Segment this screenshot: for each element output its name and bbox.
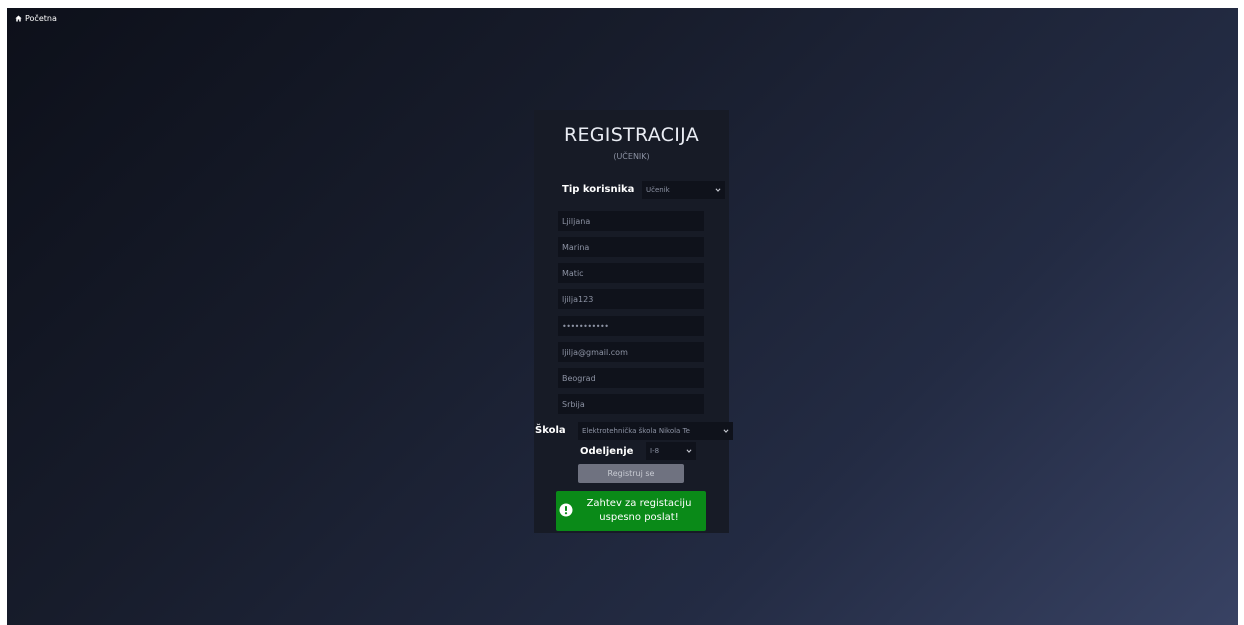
user-type-label: Tip korisnika	[562, 184, 635, 195]
password-field[interactable]: •••••••••••	[558, 316, 704, 336]
exclamation-circle-icon	[559, 503, 573, 517]
chevron-down-icon	[715, 188, 721, 192]
country-value: Srbija	[562, 399, 585, 409]
email-field[interactable]: ljilja@gmail.com	[558, 342, 704, 362]
alert-message: Zahtev za registaciju uspesno poslat!	[586, 498, 692, 523]
middle-name-value: Marina	[562, 242, 590, 252]
home-icon	[15, 15, 22, 22]
chevron-down-icon	[686, 449, 692, 453]
username-value: ljilja123	[562, 294, 594, 304]
first-name-field[interactable]: Ljiljana	[558, 211, 704, 231]
school-select[interactable]: Elektrotehnička škola Nikola Te	[578, 422, 733, 440]
last-name-value: Matic	[562, 268, 584, 278]
class-value: I-8	[650, 447, 660, 455]
password-value: •••••••••••	[562, 321, 609, 331]
success-alert: Zahtev za registaciju uspesno poslat!	[556, 491, 706, 531]
home-link[interactable]: Početna	[15, 14, 57, 23]
form-subtitle: (UČENIK)	[613, 152, 650, 161]
email-value: ljilja@gmail.com	[562, 347, 628, 357]
school-label: Škola	[535, 425, 566, 436]
country-field[interactable]: Srbija	[558, 394, 704, 414]
school-value: Elektrotehnička škola Nikola Te	[582, 427, 690, 435]
city-field[interactable]: Beograd	[558, 368, 704, 388]
first-name-value: Ljiljana	[562, 216, 591, 226]
chevron-down-icon	[723, 429, 729, 433]
register-button[interactable]: Registruj se	[578, 464, 684, 483]
middle-name-field[interactable]: Marina	[558, 237, 704, 257]
last-name-field[interactable]: Matic	[558, 263, 704, 283]
registration-card: REGISTRACIJA (UČENIK) Tip korisnika Učen…	[534, 110, 733, 533]
class-label: Odeljenje	[580, 446, 634, 457]
form-title: REGISTRACIJA	[563, 124, 700, 146]
app-screen: Početna REGISTRACIJA (UČENIK) Tip korisn…	[7, 8, 1238, 625]
city-value: Beograd	[562, 373, 596, 383]
user-type-value: Učenik	[646, 186, 670, 194]
user-type-select[interactable]: Učenik	[642, 181, 725, 199]
username-field[interactable]: ljilja123	[558, 289, 704, 309]
class-select[interactable]: I-8	[646, 442, 696, 460]
home-link-label: Početna	[25, 14, 57, 23]
